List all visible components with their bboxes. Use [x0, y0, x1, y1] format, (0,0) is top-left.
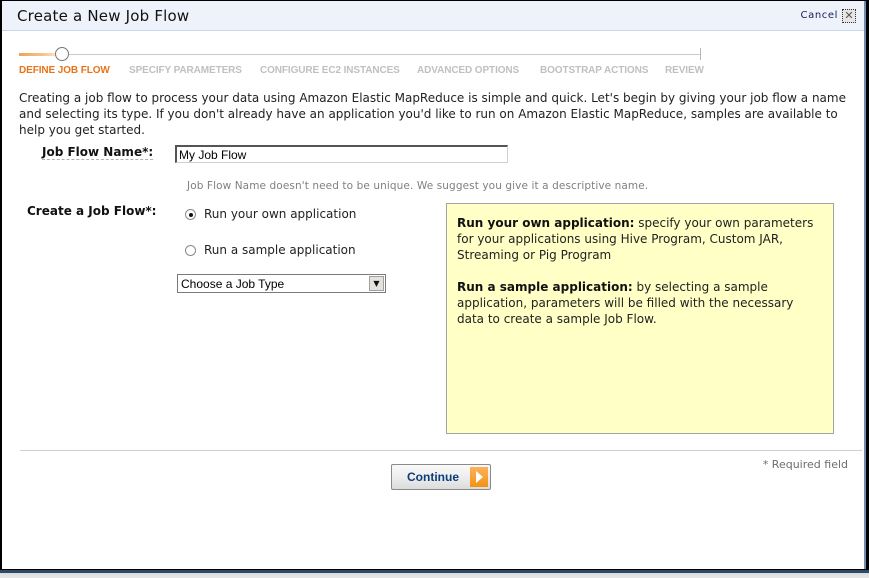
close-icon[interactable]: ✕: [842, 9, 856, 23]
job-flow-name-input[interactable]: [175, 145, 508, 163]
info-own-title: Run your own application:: [457, 216, 635, 230]
radio-button-unchecked[interactable]: [185, 244, 196, 256]
radio-label: Run a sample application: [204, 243, 356, 257]
help-info-box: Run your own application: specify your o…: [446, 203, 834, 434]
continue-label: Continue: [407, 470, 459, 484]
step-review: REVIEW: [665, 65, 704, 76]
job-type-select[interactable]: Choose a Job Type ▼: [177, 274, 386, 293]
radio-run-sample-application[interactable]: Run a sample application: [185, 243, 356, 257]
cancel-link[interactable]: Cancel: [801, 10, 838, 21]
radio-button-checked[interactable]: [185, 208, 196, 220]
required-field-note: * Required field: [762, 458, 848, 471]
continue-button[interactable]: Continue: [391, 464, 491, 490]
step-configure-ec2-instances: CONFIGURE EC2 INSTANCES: [260, 65, 400, 76]
current-step-indicator: [55, 47, 69, 61]
step-specify-parameters: SPECIFY PARAMETERS: [129, 65, 242, 76]
job-flow-name-hint: Job Flow Name doesn't need to be unique.…: [187, 180, 649, 192]
radio-label: Run your own application: [204, 207, 357, 221]
arrow-right-icon: [470, 467, 488, 487]
chevron-down-icon[interactable]: ▼: [369, 276, 384, 291]
job-type-selected-value: Choose a Job Type: [181, 277, 285, 291]
progress-track: [19, 54, 701, 55]
job-flow-name-label: Job Flow Name*:: [42, 145, 154, 160]
create-job-flow-dialog: Create a New Job Flow Cancel ✕ DEFINE JO…: [2, 1, 866, 569]
step-define-job-flow: DEFINE JOB FLOW: [19, 65, 110, 76]
progress-track-active: [19, 53, 57, 56]
step-bootstrap-actions: BOOTSTRAP ACTIONS: [540, 65, 649, 76]
info-own-application: Run your own application: specify your o…: [457, 215, 823, 263]
info-sample-application: Run a sample application: by selecting a…: [457, 279, 823, 327]
dialog-titlebar: Create a New Job Flow Cancel ✕: [2, 1, 864, 31]
create-job-flow-label: Create a Job Flow*:: [27, 204, 157, 218]
info-sample-title: Run a sample application:: [457, 280, 633, 294]
window-bottom-edge: [0, 570, 869, 578]
progress-track-end: [700, 48, 701, 60]
step-advanced-options: ADVANCED OPTIONS: [417, 65, 520, 76]
radio-run-own-application[interactable]: Run your own application: [185, 207, 356, 221]
intro-text: Creating a job flow to process your data…: [19, 91, 846, 137]
dialog-title: Create a New Job Flow: [17, 7, 190, 25]
footer-divider: [20, 450, 862, 451]
